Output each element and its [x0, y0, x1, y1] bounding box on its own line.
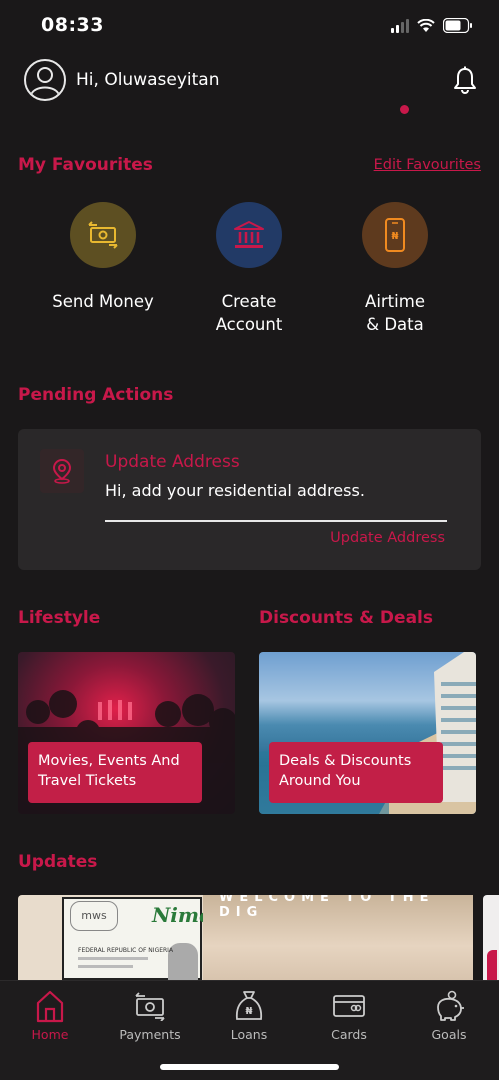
update-banner-nimc[interactable]: mws Nimc FEDERAL REPUBLIC OF NIGERIA: [18, 895, 203, 980]
deals-title: Discounts & Deals: [259, 608, 433, 628]
greeting-text: Hi, Oluwaseyitan: [76, 70, 220, 90]
goals-icon: [404, 987, 494, 1025]
nimc-logo-text: Nimc: [152, 903, 203, 927]
nav-payments-label: Payments: [119, 1027, 181, 1042]
edit-favourites-link[interactable]: Edit Favourites: [374, 157, 481, 173]
lifestyle-title: Lifestyle: [18, 608, 101, 628]
avatar[interactable]: [24, 59, 66, 101]
nav-home[interactable]: Home: [5, 987, 95, 1042]
fav-create-account-label-2: Account: [215, 315, 283, 334]
payments-icon: [105, 987, 195, 1025]
fav-create-account-label-1: Create: [221, 292, 277, 311]
nav-goals[interactable]: Goals: [404, 987, 494, 1042]
location-pin-icon: [40, 449, 84, 493]
nav-cards-label: Cards: [331, 1027, 367, 1042]
notification-bell-icon[interactable]: [453, 66, 477, 94]
fav-airtime-data[interactable]: ₦ Airtime & Data: [320, 202, 470, 336]
phone-naira-icon: ₦: [362, 202, 428, 268]
status-icons: [391, 18, 473, 33]
money-transfer-icon: [70, 202, 136, 268]
lifestyle-card[interactable]: Movies, Events And Travel Tickets: [18, 652, 235, 814]
pending-actions-title: Pending Actions: [18, 385, 174, 405]
wifi-icon: [417, 18, 435, 32]
favourites-title: My Favourites: [18, 155, 153, 175]
welcome-banner-text: WELCOME TO THE DIG: [219, 895, 435, 920]
update-banner-welcome[interactable]: WELCOME TO THE DIG: [203, 895, 473, 980]
cellular-signal-icon: [391, 18, 409, 33]
pending-action-description: Hi, add your residential address.: [105, 481, 365, 500]
svg-text:₦: ₦: [246, 1006, 253, 1017]
fav-airtime-label-1: Airtime: [365, 292, 425, 311]
carousel-indicator-dot: [400, 105, 409, 114]
lifestyle-card-label: Movies, Events And Travel Tickets: [28, 742, 202, 803]
loans-icon: ₦: [204, 987, 294, 1025]
divider: [105, 520, 447, 522]
fav-send-money-label: Send Money: [52, 292, 154, 311]
home-icon: [5, 987, 95, 1025]
nav-loans-label: Loans: [230, 1027, 268, 1042]
nav-loans[interactable]: ₦ Loans: [204, 987, 294, 1042]
update-address-link[interactable]: Update Address: [330, 530, 445, 546]
deals-card[interactable]: Deals & Discounts Around You: [259, 652, 476, 814]
status-time: 08:33: [41, 14, 104, 36]
fav-send-money[interactable]: Send Money: [28, 202, 178, 313]
mws-logo-text: mws: [70, 901, 118, 931]
svg-text:₦: ₦: [392, 231, 399, 242]
status-bar: 08:33: [0, 0, 499, 52]
fav-create-account[interactable]: Create Account: [174, 202, 324, 336]
nav-payments[interactable]: Payments: [105, 987, 195, 1042]
nav-cards[interactable]: Cards: [304, 987, 394, 1042]
fav-airtime-label-2: & Data: [366, 315, 424, 334]
cards-icon: [304, 987, 394, 1025]
id-card-text: FEDERAL REPUBLIC OF NIGERIA: [78, 947, 174, 954]
home-indicator: [160, 1064, 339, 1070]
pending-action-card[interactable]: Update Address Hi, add your residential …: [18, 429, 481, 570]
bank-icon: [216, 202, 282, 268]
updates-carousel[interactable]: mws Nimc FEDERAL REPUBLIC OF NIGERIA WEL…: [18, 895, 499, 980]
updates-title: Updates: [18, 852, 98, 872]
user-icon: [30, 67, 60, 96]
deals-card-label: Deals & Discounts Around You: [269, 742, 443, 803]
battery-icon: [443, 18, 472, 33]
update-banner-next[interactable]: [483, 895, 499, 980]
pending-action-title: Update Address: [105, 452, 240, 472]
nav-goals-label: Goals: [431, 1027, 467, 1042]
header: Hi, Oluwaseyitan: [24, 58, 477, 102]
nav-home-label: Home: [31, 1027, 69, 1042]
